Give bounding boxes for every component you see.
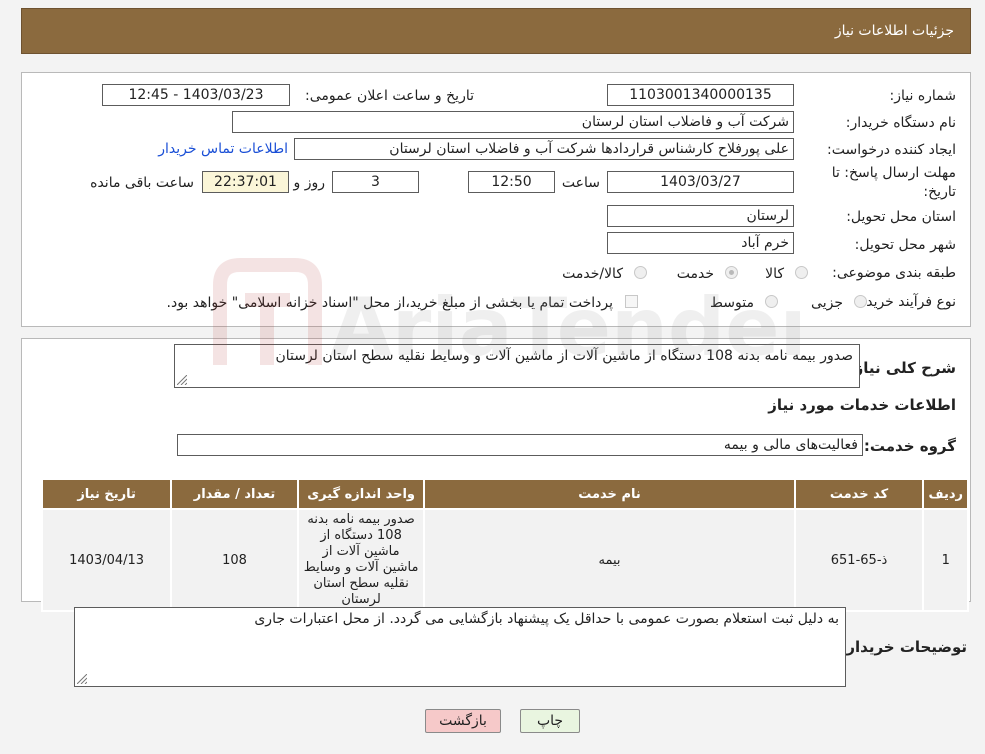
deadline-label-line1: مهلت ارسال پاسخ: تا (831, 165, 956, 181)
cell-unit: صدور بیمه نامه بدنه 108 دستگاه از ماشین … (296, 508, 426, 612)
province-field[interactable]: لرستان (607, 205, 794, 227)
col-name: نام خدمت (423, 478, 796, 510)
days-label: روز و (293, 175, 326, 191)
services-table: ردیف کد خدمت نام خدمت واحد اندازه گیری ت… (40, 478, 969, 612)
treasury-payment-checkbox[interactable] (625, 295, 638, 308)
process-option-minor: جزیی (811, 295, 843, 311)
buyer-notes-text: به دلیل ثبت استعلام بصورت عمومی با حداقل… (254, 611, 839, 627)
col-row: ردیف (922, 478, 969, 510)
need-number-label: شماره نیاز: (889, 88, 957, 104)
summary-text: صدور بیمه نامه بدنه 108 دستگاه از ماشین … (275, 348, 853, 364)
col-qty: تعداد / مقدار (170, 478, 299, 510)
remaining-label: ساعت باقی مانده (90, 175, 194, 191)
service-group-label: گروه خدمت: (863, 437, 956, 455)
need-number-field[interactable]: 1103001340000135 (607, 84, 794, 106)
table-row[interactable]: 1 ذ-65-651 بیمه صدور بیمه نامه بدنه 108 … (40, 508, 969, 612)
resize-grip-icon[interactable] (177, 375, 187, 385)
services-section-title: اطلاعات خدمات مورد نیاز (768, 396, 956, 414)
print-button[interactable]: چاپ (520, 709, 580, 733)
back-button[interactable]: بازگشت (425, 709, 501, 733)
resize-grip-icon[interactable] (77, 674, 87, 684)
col-unit: واحد اندازه گیری (296, 478, 426, 510)
page-header: جزئیات اطلاعات نیاز (21, 8, 971, 54)
remaining-time-field[interactable]: 22:37:01 (202, 171, 289, 193)
process-radio-minor[interactable] (854, 295, 867, 308)
cell-date: 1403/04/13 (40, 508, 173, 612)
buyer-notes-label: توضیحات خریدار: (840, 638, 967, 656)
cell-name: بیمه (423, 508, 796, 612)
category-option-service: خدمت (676, 266, 714, 282)
buyer-org-label: نام دستگاه خریدار: (845, 115, 956, 131)
announce-date-field[interactable]: 1403/03/23 - 12:45 (102, 84, 290, 106)
service-group-field[interactable]: فعالیت‌های مالی و بیمه (177, 434, 863, 456)
need-info-panel: شماره نیاز: 1103001340000135 تاریخ و ساع… (21, 72, 971, 327)
process-option-medium: متوسط (710, 295, 754, 311)
buyer-org-field[interactable]: شرکت آب و فاضلاب استان لرستان (232, 111, 794, 133)
city-label: شهر محل تحویل: (854, 237, 956, 253)
category-radio-goods-service[interactable] (634, 266, 647, 279)
buyer-notes-textarea[interactable]: به دلیل ثبت استعلام بصورت عمومی با حداقل… (74, 607, 846, 687)
category-radio-service[interactable] (725, 266, 738, 279)
process-label: نوع فرآیند خرید : (857, 294, 956, 310)
deadline-label-line2: تاریخ: (923, 184, 956, 200)
cell-row: 1 (922, 508, 969, 612)
col-date: تاریخ نیاز (40, 478, 173, 510)
buyer-contact-link[interactable]: اطلاعات تماس خریدار (158, 141, 288, 157)
deadline-time-field[interactable]: 12:50 (468, 171, 555, 193)
deadline-time-label: ساعت (561, 175, 600, 191)
services-panel: شرح کلی نیاز: صدور بیمه نامه بدنه 108 دس… (21, 338, 971, 612)
treasury-payment-note: پرداخت تمام یا بخشی از مبلغ خرید،از محل … (166, 295, 613, 311)
category-radio-goods[interactable] (795, 266, 808, 279)
days-field[interactable]: 3 (332, 171, 419, 193)
page-title: جزئیات اطلاعات نیاز (834, 23, 954, 39)
summary-textarea[interactable]: صدور بیمه نامه بدنه 108 دستگاه از ماشین … (174, 344, 860, 388)
process-radio-medium[interactable] (765, 295, 778, 308)
category-option-goods: کالا (765, 266, 784, 282)
table-header-row: ردیف کد خدمت نام خدمت واحد اندازه گیری ت… (40, 478, 969, 510)
city-field[interactable]: خرم آباد (607, 232, 794, 254)
creator-field[interactable]: علی پورفلاح کارشناس قراردادها شرکت آب و … (294, 138, 794, 160)
category-option-goods-service: کالا/خدمت (562, 266, 623, 282)
creator-label: ایجاد کننده درخواست: (827, 142, 956, 158)
category-label: طبقه بندی موضوعی: (832, 265, 956, 281)
announce-date-label: تاریخ و ساعت اعلان عمومی: (305, 88, 474, 104)
cell-code: ذ-65-651 (793, 508, 925, 612)
deadline-label: مهلت ارسال پاسخ: تا تاریخ: (832, 164, 956, 202)
col-code: کد خدمت (793, 478, 925, 510)
summary-label: شرح کلی نیاز: (848, 359, 956, 377)
province-label: استان محل تحویل: (846, 209, 956, 225)
cell-qty: 108 (170, 508, 299, 612)
deadline-date-field[interactable]: 1403/03/27 (607, 171, 794, 193)
